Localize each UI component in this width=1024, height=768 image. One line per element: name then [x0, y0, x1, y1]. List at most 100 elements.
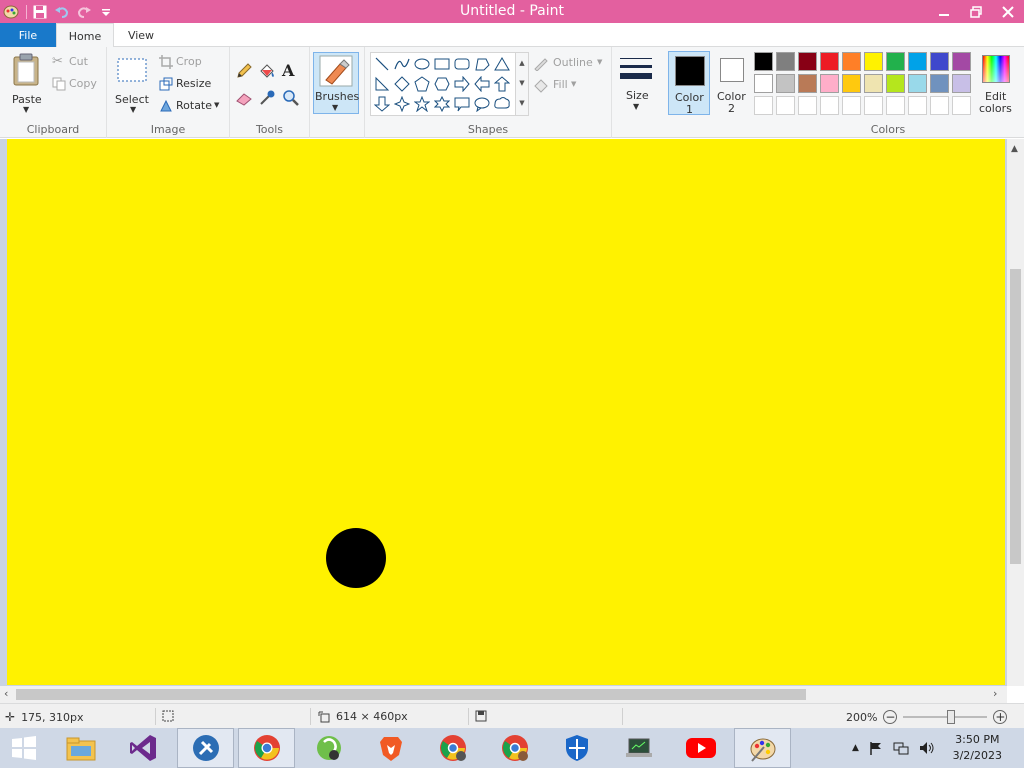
chrome-icon[interactable]	[238, 728, 295, 768]
brave-icon[interactable]	[362, 728, 419, 768]
color-swatch[interactable]	[908, 52, 927, 71]
left-arrow-shape-icon[interactable]	[473, 75, 491, 93]
color-swatch[interactable]	[820, 96, 839, 115]
triangle-shape-icon[interactable]	[493, 55, 511, 73]
resize-button[interactable]: Resize	[159, 75, 219, 93]
tab-view[interactable]: View	[114, 23, 168, 48]
color-swatch[interactable]	[776, 74, 795, 93]
fill-button[interactable]: Fill ▼	[533, 76, 603, 94]
flag-icon[interactable]	[869, 741, 883, 755]
zoom-in-icon[interactable]: +	[993, 710, 1008, 724]
rectangle-shape-icon[interactable]	[433, 55, 451, 73]
clock[interactable]: 3:50 PM 3/2/2023	[953, 732, 1002, 764]
paste-button[interactable]: Paste ▼	[6, 51, 46, 115]
horizontal-scrollbar[interactable]: ‹ ›	[0, 686, 1007, 703]
copy-button[interactable]: Copy	[52, 75, 102, 93]
cut-button[interactable]: ✂ Cut	[52, 53, 102, 71]
select-button[interactable]: Select ▼	[113, 51, 153, 115]
minimize-button[interactable]	[928, 0, 960, 23]
crop-button[interactable]: Crop	[159, 53, 219, 71]
color-swatch[interactable]	[930, 52, 949, 71]
color-swatch[interactable]	[820, 52, 839, 71]
text-tool-icon[interactable]: A	[282, 61, 300, 80]
tab-file[interactable]: File	[0, 23, 56, 47]
up-arrow-shape-icon[interactable]	[493, 75, 511, 93]
color-swatch[interactable]	[842, 96, 861, 115]
color-swatch[interactable]	[886, 74, 905, 93]
color-picker-icon[interactable]	[258, 89, 276, 107]
network-icon[interactable]	[893, 741, 909, 755]
down-arrow-shape-icon[interactable]	[373, 95, 391, 113]
color-swatch[interactable]	[798, 52, 817, 71]
magnifier-icon[interactable]	[282, 89, 300, 107]
close-button[interactable]	[992, 0, 1024, 23]
color-swatch[interactable]	[864, 96, 883, 115]
color-swatch[interactable]	[754, 52, 773, 71]
youtube-icon[interactable]	[672, 728, 729, 768]
color-swatch[interactable]	[952, 52, 971, 71]
color-swatch[interactable]	[754, 96, 773, 115]
color-swatch[interactable]	[952, 74, 971, 93]
color-swatch[interactable]	[798, 96, 817, 115]
color-swatch[interactable]	[776, 52, 795, 71]
visual-studio-icon[interactable]	[114, 728, 171, 768]
color-swatch[interactable]	[930, 96, 949, 115]
chrome-profile2-icon[interactable]	[486, 728, 543, 768]
file-explorer-icon[interactable]	[52, 728, 109, 768]
color-swatch[interactable]	[842, 52, 861, 71]
color-swatch[interactable]	[908, 96, 927, 115]
volume-icon[interactable]	[919, 741, 935, 755]
size-button[interactable]: Size ▼	[615, 52, 657, 114]
shapes-scroll-up-icon[interactable]: ▲	[516, 53, 528, 73]
app-icon[interactable]	[300, 728, 357, 768]
cloud-callout-shape-icon[interactable]	[493, 95, 511, 113]
rotate-button[interactable]: Rotate ▼	[159, 97, 225, 115]
color-swatch[interactable]	[864, 74, 883, 93]
five-point-star-shape-icon[interactable]	[413, 95, 431, 113]
color-swatch[interactable]	[930, 74, 949, 93]
scroll-up-icon[interactable]: ▲	[1011, 144, 1018, 154]
polygon-shape-icon[interactable]	[473, 55, 491, 73]
zoom-out-icon[interactable]: −	[883, 710, 898, 724]
paint-icon[interactable]	[734, 728, 791, 768]
color-swatch[interactable]	[842, 74, 861, 93]
color-swatch[interactable]	[776, 96, 795, 115]
rounded-rectangle-shape-icon[interactable]	[453, 55, 471, 73]
restore-button[interactable]	[960, 0, 992, 23]
windows-start-icon[interactable]	[0, 728, 48, 768]
right-triangle-shape-icon[interactable]	[373, 75, 391, 93]
scroll-right-icon[interactable]: ›	[993, 687, 997, 700]
color-swatch[interactable]	[820, 74, 839, 93]
color-swatch[interactable]	[952, 96, 971, 115]
vertical-scroll-thumb[interactable]	[1010, 269, 1021, 564]
line-shape-icon[interactable]	[373, 55, 391, 73]
eraser-icon[interactable]	[235, 89, 253, 107]
shapes-scroll-down-icon[interactable]: ▼	[516, 73, 528, 93]
rect-callout-shape-icon[interactable]	[453, 95, 471, 113]
fill-bucket-icon[interactable]	[258, 62, 276, 80]
hexagon-shape-icon[interactable]	[433, 75, 451, 93]
shapes-expand-icon[interactable]: ▼	[516, 93, 528, 113]
laptop-app-icon[interactable]	[610, 728, 667, 768]
drawing-canvas[interactable]	[7, 139, 1005, 685]
color-swatch[interactable]	[886, 96, 905, 115]
chrome-profile-icon[interactable]	[424, 728, 481, 768]
curve-shape-icon[interactable]	[393, 55, 411, 73]
edit-colors-button[interactable]: Edit colors	[974, 51, 1020, 115]
color2-button[interactable]: Color 2	[712, 51, 752, 115]
color-swatch[interactable]	[886, 52, 905, 71]
tools-app-icon[interactable]	[177, 728, 234, 768]
six-point-star-shape-icon[interactable]	[433, 95, 451, 113]
outline-button[interactable]: Outline ▼	[533, 54, 609, 72]
zoom-slider[interactable]	[903, 710, 988, 724]
diamond-shape-icon[interactable]	[393, 75, 411, 93]
oval-callout-shape-icon[interactable]	[473, 95, 491, 113]
color1-button[interactable]: Color 1	[668, 51, 710, 116]
oval-shape-icon[interactable]	[413, 55, 431, 73]
zoom-slider-thumb[interactable]	[947, 710, 956, 724]
pencil-icon[interactable]	[235, 62, 253, 80]
four-point-star-shape-icon[interactable]	[393, 95, 411, 113]
color-swatch[interactable]	[754, 74, 773, 93]
defender-icon[interactable]	[548, 728, 605, 768]
show-hidden-icons-icon[interactable]: ▲	[852, 743, 859, 753]
